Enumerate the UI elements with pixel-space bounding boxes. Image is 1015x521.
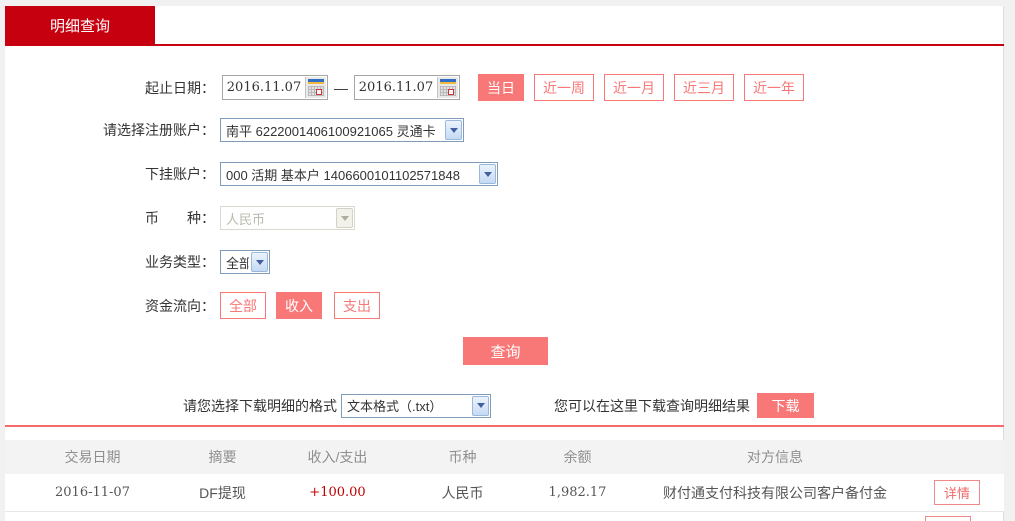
fund-flow-row: 资金流向： 全部 收入 支出 bbox=[0, 292, 380, 319]
header-counterparty: 对方信息 bbox=[747, 449, 803, 465]
chevron-down-icon bbox=[336, 208, 353, 228]
cell-summary: DF提现 bbox=[199, 484, 246, 501]
currency-row: 币 种： 人民币 bbox=[0, 206, 355, 230]
sub-account-value: 000 活期 基本户 1406600101102571848 bbox=[226, 167, 460, 183]
currency-label: 币 种： bbox=[145, 210, 215, 226]
sub-account-row: 下挂账户： 000 活期 基本户 1406600101102571848 bbox=[0, 162, 498, 186]
fund-flow-expense-button[interactable]: 支出 bbox=[334, 292, 380, 319]
currency-select: 人民币 bbox=[220, 206, 355, 230]
quick-range-week-button[interactable]: 近一周 bbox=[534, 74, 594, 101]
download-hint: 您可以在这里下载查询明细结果 bbox=[554, 397, 750, 414]
start-date-input[interactable]: 2016.11.07 bbox=[222, 75, 328, 100]
quick-range-year-button[interactable]: 近一年 bbox=[744, 74, 804, 101]
date-range-row: 起止日期： 2016.11.07 — 2016.11.07 当日 近一周 近一月… bbox=[0, 74, 804, 101]
cell-trade-date: 2016-11-07 bbox=[55, 485, 130, 500]
cell-currency: 人民币 bbox=[441, 484, 484, 501]
download-row: 请您选择下载明细的格式 文本格式（.txt） 您可以在这里下载查询明细结果 下载 bbox=[183, 393, 814, 418]
download-format-label: 请您选择下载明细的格式 bbox=[183, 397, 337, 414]
query-button[interactable]: 查询 bbox=[463, 337, 548, 365]
fund-flow-all-button[interactable]: 全部 bbox=[220, 292, 266, 319]
currency-value: 人民币 bbox=[226, 211, 266, 227]
header-trade-date: 交易日期 bbox=[64, 449, 121, 465]
header-summary: 摘要 bbox=[208, 449, 237, 465]
detail-query-page: 明细查询 起止日期： 2016.11.07 — 2016.11.07 当日 近一… bbox=[0, 0, 1015, 521]
end-date-value: 2016.11.07 bbox=[358, 80, 434, 95]
tab-detail-query[interactable]: 明细查询 bbox=[5, 6, 155, 44]
register-account-select[interactable]: 南平 6222001406100921065 灵通卡 bbox=[220, 118, 464, 142]
next-row-detail-button-partial[interactable] bbox=[925, 516, 971, 521]
chevron-down-icon bbox=[479, 164, 496, 184]
cell-income-expense: +100.00 bbox=[309, 485, 366, 500]
fund-flow-label: 资金流向： bbox=[145, 297, 215, 314]
quick-range-today-button[interactable]: 当日 bbox=[478, 74, 524, 101]
start-date-value: 2016.11.07 bbox=[226, 80, 302, 95]
download-format-value: 文本格式（.txt） bbox=[347, 399, 443, 414]
download-button[interactable]: 下载 bbox=[757, 393, 814, 418]
cell-balance: 1,982.17 bbox=[548, 485, 607, 500]
cell-action: 详情 bbox=[910, 480, 1004, 505]
quick-range-month-button[interactable]: 近一月 bbox=[604, 74, 664, 101]
business-type-label: 业务类型： bbox=[145, 254, 215, 270]
table-header: 交易日期 摘要 收入/支出 币种 余额 对方信息 bbox=[5, 440, 1004, 474]
tab-underline bbox=[5, 44, 1004, 46]
date-range-label: 起止日期： bbox=[145, 79, 215, 96]
header-balance: 余额 bbox=[563, 449, 592, 465]
fund-flow-income-button[interactable]: 收入 bbox=[276, 292, 322, 319]
table-row: 2016-11-07 DF提现 +100.00 人民币 1,982.17 财付通… bbox=[5, 474, 1004, 512]
date-separator: — bbox=[334, 79, 348, 96]
sub-account-select[interactable]: 000 活期 基本户 1406600101102571848 bbox=[220, 162, 498, 186]
calendar-icon[interactable] bbox=[437, 77, 458, 98]
business-type-value: 全部 bbox=[226, 255, 249, 271]
tab-label: 明细查询 bbox=[49, 17, 110, 35]
cell-counterparty: 财付通支付科技有限公司客户备付金 bbox=[663, 484, 887, 501]
register-account-value: 南平 6222001406100921065 灵通卡 bbox=[226, 123, 436, 139]
chevron-down-icon bbox=[472, 395, 489, 416]
quick-range-quarter-button[interactable]: 近三月 bbox=[674, 74, 734, 101]
register-account-label: 请选择注册账户： bbox=[103, 122, 215, 138]
end-date-input[interactable]: 2016.11.07 bbox=[354, 75, 460, 100]
detail-button[interactable]: 详情 bbox=[934, 480, 980, 505]
business-type-row: 业务类型： 全部 bbox=[0, 250, 270, 274]
table-top-divider bbox=[5, 425, 1004, 427]
header-income-expense: 收入/支出 bbox=[307, 449, 368, 465]
chevron-down-icon bbox=[445, 120, 462, 140]
calendar-icon[interactable] bbox=[305, 77, 326, 98]
chevron-down-icon bbox=[251, 252, 268, 272]
sub-account-label: 下挂账户： bbox=[145, 166, 215, 182]
business-type-select[interactable]: 全部 bbox=[220, 250, 270, 274]
header-currency: 币种 bbox=[448, 449, 477, 465]
download-format-select[interactable]: 文本格式（.txt） bbox=[341, 393, 491, 418]
register-account-row: 请选择注册账户： 南平 6222001406100921065 灵通卡 bbox=[0, 118, 464, 142]
